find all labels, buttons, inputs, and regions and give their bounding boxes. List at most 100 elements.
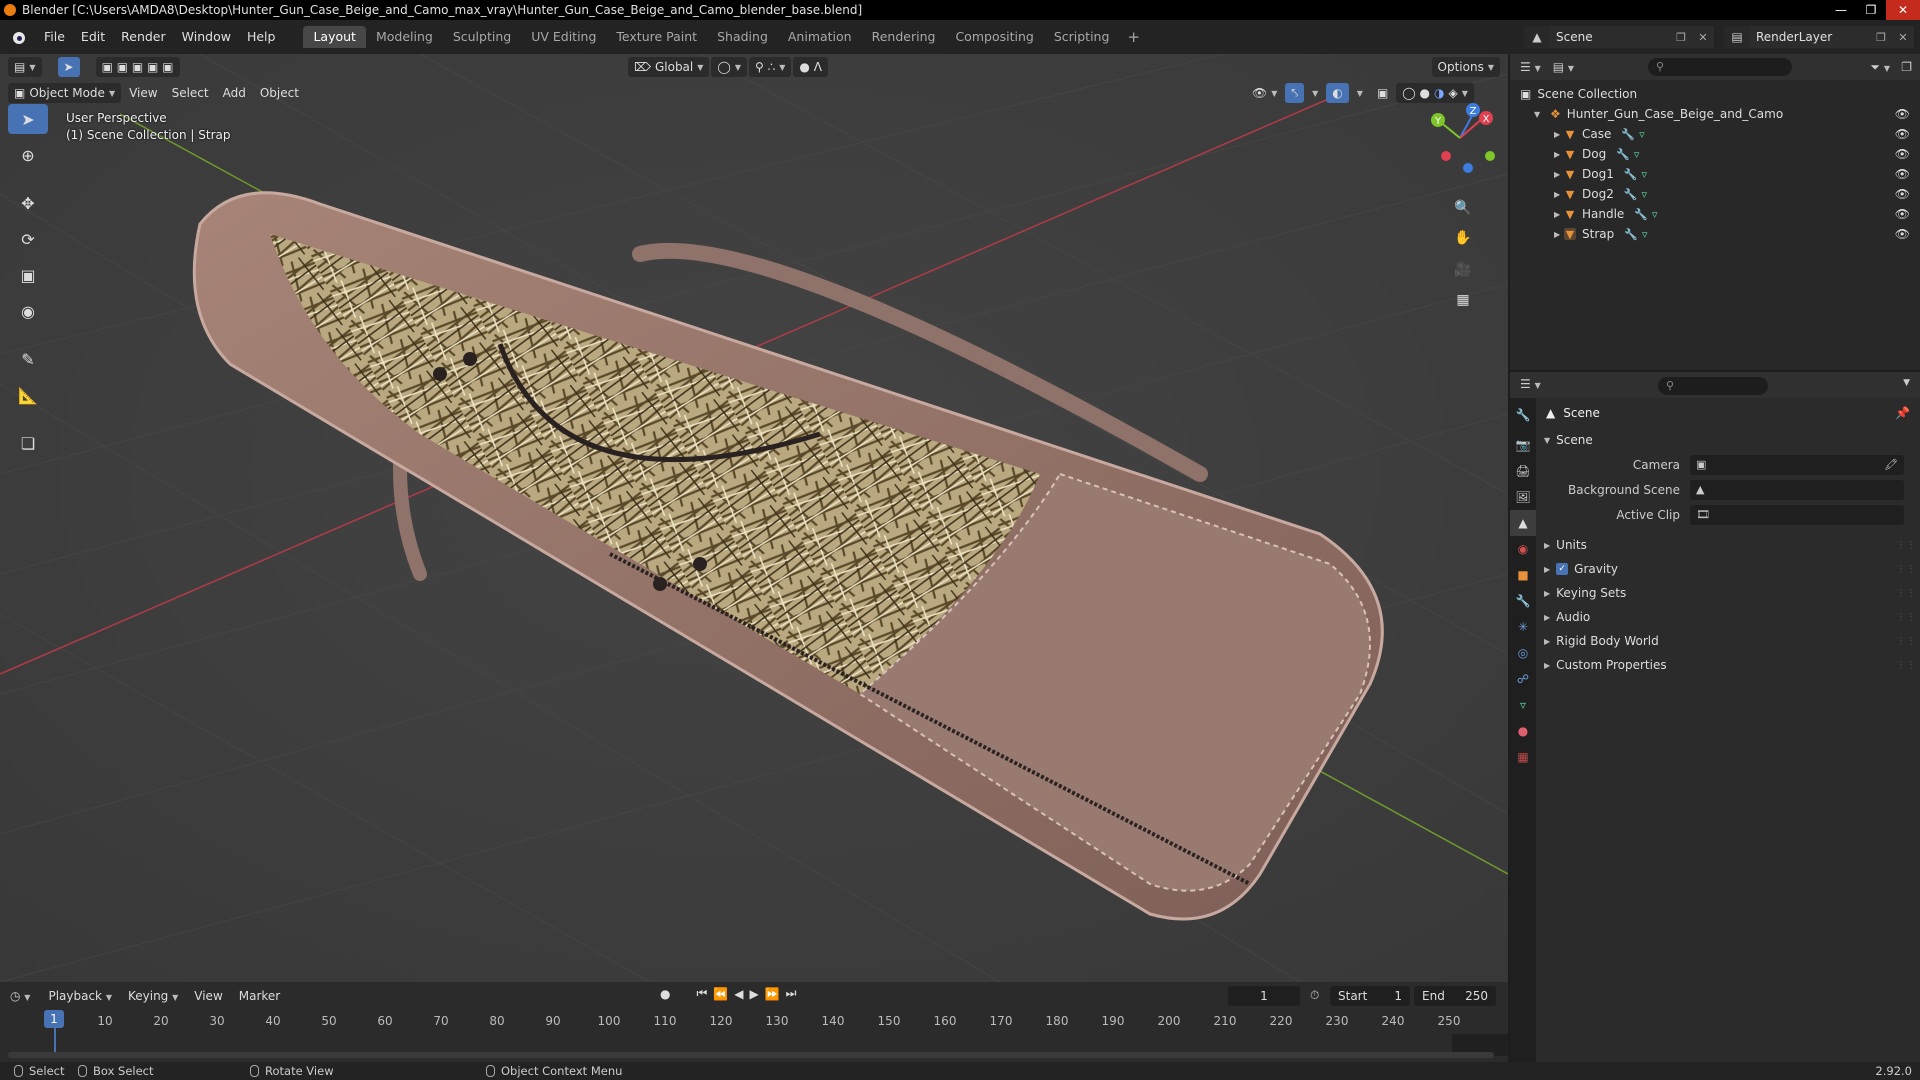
outliner-row-scene-collection[interactable]: ▣ Scene Collection — [1510, 84, 1920, 104]
maximize-button[interactable]: ❐ — [1856, 0, 1886, 20]
delete-view-layer-icon[interactable]: ✕ — [1892, 26, 1914, 48]
dog2b-object[interactable] — [693, 557, 707, 571]
camera-view-icon[interactable]: 🎥 — [1449, 256, 1477, 284]
viewport-menu-object[interactable]: Object — [254, 83, 305, 103]
jump-start-icon[interactable]: ⏮ — [696, 986, 707, 1001]
dog1-object[interactable] — [463, 352, 477, 366]
tab-sculpting[interactable]: Sculpting — [443, 26, 521, 48]
snap-toggle[interactable]: ⚲ ∴ ▼ — [749, 57, 792, 77]
zoom-icon[interactable]: 🔍 — [1449, 194, 1477, 222]
minimize-button[interactable]: — — [1826, 0, 1856, 20]
play-icon[interactable]: ▶ — [749, 987, 758, 1001]
modifier-wrench-icon[interactable]: 🔧 — [1634, 208, 1648, 221]
timeline-menu-view[interactable]: View — [186, 989, 230, 1003]
add-cube-tool-icon[interactable]: ❏ — [8, 428, 48, 458]
navigation-gizmo[interactable]: Z X Y 🔍 ✋ 🎥 ▦ — [1428, 94, 1498, 308]
eyedropper-icon[interactable]: 🖍 — [1884, 458, 1898, 471]
tab-compositing[interactable]: Compositing — [945, 26, 1043, 48]
properties-editor-type-icon[interactable]: ☰ ▼ — [1520, 377, 1541, 391]
keying-sets-panel-header[interactable]: ▶ Keying Sets ⋮⋮ — [1536, 581, 1920, 605]
menu-render[interactable]: Render — [113, 20, 174, 54]
mesh-data-icon[interactable]: ▿ — [1642, 188, 1648, 201]
modifier-wrench-icon[interactable]: 🔧 — [1624, 228, 1638, 241]
outliner-row-strap[interactable]: ▶ ▼ Strap 🔧 ▿ 👁 — [1510, 224, 1920, 244]
outliner-row-handle[interactable]: ▶ ▼ Handle 🔧 ▿ 👁 — [1510, 204, 1920, 224]
visibility-eye-icon[interactable]: 👁 — [1895, 167, 1910, 181]
properties-options-icon[interactable]: ▼ — [1903, 378, 1910, 388]
menu-edit[interactable]: Edit — [73, 20, 113, 54]
visibility-eye-icon[interactable]: 👁 — [1895, 107, 1910, 121]
selection-mode-buttons[interactable]: ▣ ▣ ▣ ▣ ▣ — [95, 57, 180, 77]
gravity-panel-header[interactable]: ▶ ✓ Gravity ⋮⋮ — [1536, 557, 1920, 581]
timeline-scrollbar[interactable] — [8, 1052, 1494, 1058]
measure-tool-icon[interactable]: 📐 — [8, 380, 48, 410]
proportional-edit-toggle[interactable]: ● Λ — [793, 57, 828, 77]
start-frame-field[interactable]: Start 1 — [1330, 986, 1410, 1006]
tool-tab-icon[interactable]: 🔧 — [1510, 402, 1536, 428]
drag-grip-icon[interactable]: ⋮⋮ — [1896, 588, 1916, 599]
mode-dropdown[interactable]: ▣ Object Mode ▼ — [8, 83, 122, 103]
playhead[interactable]: 1 — [44, 1010, 64, 1028]
end-frame-field[interactable]: End 250 — [1414, 986, 1496, 1006]
tab-layout[interactable]: Layout — [303, 26, 366, 48]
scene-panel-header[interactable]: ▼ Scene — [1536, 428, 1920, 452]
outliner-search-input[interactable]: ⚲ — [1648, 58, 1792, 76]
blender-logo-icon[interactable] — [10, 28, 28, 46]
expand-arrow-icon[interactable]: ▶ — [1554, 230, 1564, 239]
options-dropdown[interactable]: Options ▼ — [1431, 57, 1500, 77]
visibility-eye-icon[interactable]: 👁 — [1895, 187, 1910, 201]
visibility-eye-icon[interactable]: 👁 — [1895, 207, 1910, 221]
material-tab-icon[interactable]: ● — [1510, 718, 1536, 744]
view-layer-tab-icon[interactable]: 🖼 — [1510, 484, 1536, 510]
dog2-object[interactable] — [653, 577, 667, 591]
render-tab-icon[interactable]: 📷 — [1510, 432, 1536, 458]
3d-viewport[interactable]: ▤ ▼ ➤ ▣ ▣ ▣ ▣ ▣ ⌦ Global ▼ ◯ ▼ ⚲ ∴ ▼ ● Λ … — [0, 54, 1508, 982]
timeline-editor-type-icon[interactable]: ◷ ▼ — [10, 989, 30, 1003]
timeline-menu-marker[interactable]: Marker — [231, 989, 288, 1003]
constraints-tab-icon[interactable]: ☍ — [1510, 666, 1536, 692]
outliner-row-collection[interactable]: ▼ ❖ Hunter_Gun_Case_Beige_and_Camo 👁 — [1510, 104, 1920, 124]
viewport-menu-add[interactable]: Add — [217, 83, 252, 103]
tab-modeling[interactable]: Modeling — [366, 26, 443, 48]
tab-scripting[interactable]: Scripting — [1044, 26, 1120, 48]
custom-properties-panel-header[interactable]: ▶ Custom Properties ⋮⋮ — [1536, 653, 1920, 677]
pivot-point-dropdown[interactable]: ◯ ▼ — [711, 57, 747, 77]
menu-window[interactable]: Window — [174, 20, 239, 54]
delete-scene-icon[interactable]: ✕ — [1692, 26, 1714, 48]
display-mode-icon[interactable]: ▤ ▼ — [1553, 60, 1574, 74]
properties-search-input[interactable]: ⚲ — [1658, 377, 1768, 395]
scene-name[interactable]: Scene — [1550, 26, 1670, 48]
preview-range-clock-icon[interactable]: ⏱ — [1310, 988, 1319, 1003]
outliner-row-dog1[interactable]: ▶ ▼ Dog1 🔧 ▿ 👁 — [1510, 164, 1920, 184]
move-tool-icon[interactable]: ✥ — [8, 188, 48, 218]
overlay-toggle[interactable]: ◐ — [1326, 83, 1349, 103]
outliner-row-dog2[interactable]: ▶ ▼ Dog2 🔧 ▿ 👁 — [1510, 184, 1920, 204]
visibility-eye-icon[interactable]: 👁 — [1895, 227, 1910, 241]
visibility-dropdown[interactable]: 👁 ▼ — [1246, 83, 1283, 103]
annotate-tool-icon[interactable]: ✎ — [8, 344, 48, 374]
current-frame-field[interactable]: 1 — [1228, 986, 1300, 1006]
new-view-layer-icon[interactable]: ❐ — [1870, 26, 1892, 48]
drag-grip-icon[interactable]: ⋮⋮ — [1896, 564, 1916, 575]
auto-keying-icon[interactable]: ● — [660, 987, 670, 1001]
filter-icon[interactable]: ⏷ ▼ — [1870, 60, 1890, 75]
expand-arrow-icon[interactable]: ▶ — [1554, 170, 1564, 179]
units-panel-header[interactable]: ▶ Units ⋮⋮ — [1536, 533, 1920, 557]
dog-object[interactable] — [433, 367, 447, 381]
tab-shading[interactable]: Shading — [707, 26, 778, 48]
transform-tool-icon[interactable]: ◉ — [8, 296, 48, 326]
view-layer-name[interactable]: RenderLayer — [1750, 26, 1870, 48]
drag-grip-icon[interactable]: ⋮⋮ — [1896, 612, 1916, 623]
close-button[interactable]: ✕ — [1886, 0, 1920, 20]
tab-rendering[interactable]: Rendering — [862, 26, 946, 48]
particles-tab-icon[interactable]: ✳ — [1510, 614, 1536, 640]
camera-field[interactable]: ▣ 🖍 — [1690, 454, 1904, 475]
timeline-menu-keying[interactable]: Keying ▼ — [120, 989, 186, 1003]
prev-keyframe-icon[interactable]: ⏪ — [713, 987, 728, 1001]
world-tab-icon[interactable]: ◉ — [1510, 536, 1536, 562]
outliner-row-case[interactable]: ▶ ▼ Case 🔧 ▿ 👁 — [1510, 124, 1920, 144]
audio-panel-header[interactable]: ▶ Audio ⋮⋮ — [1536, 605, 1920, 629]
outliner-editor-type-icon[interactable]: ☰ ▼ — [1520, 60, 1541, 74]
tab-texture-paint[interactable]: Texture Paint — [606, 26, 707, 48]
editor-type-button[interactable]: ▤ ▼ — [8, 57, 42, 77]
